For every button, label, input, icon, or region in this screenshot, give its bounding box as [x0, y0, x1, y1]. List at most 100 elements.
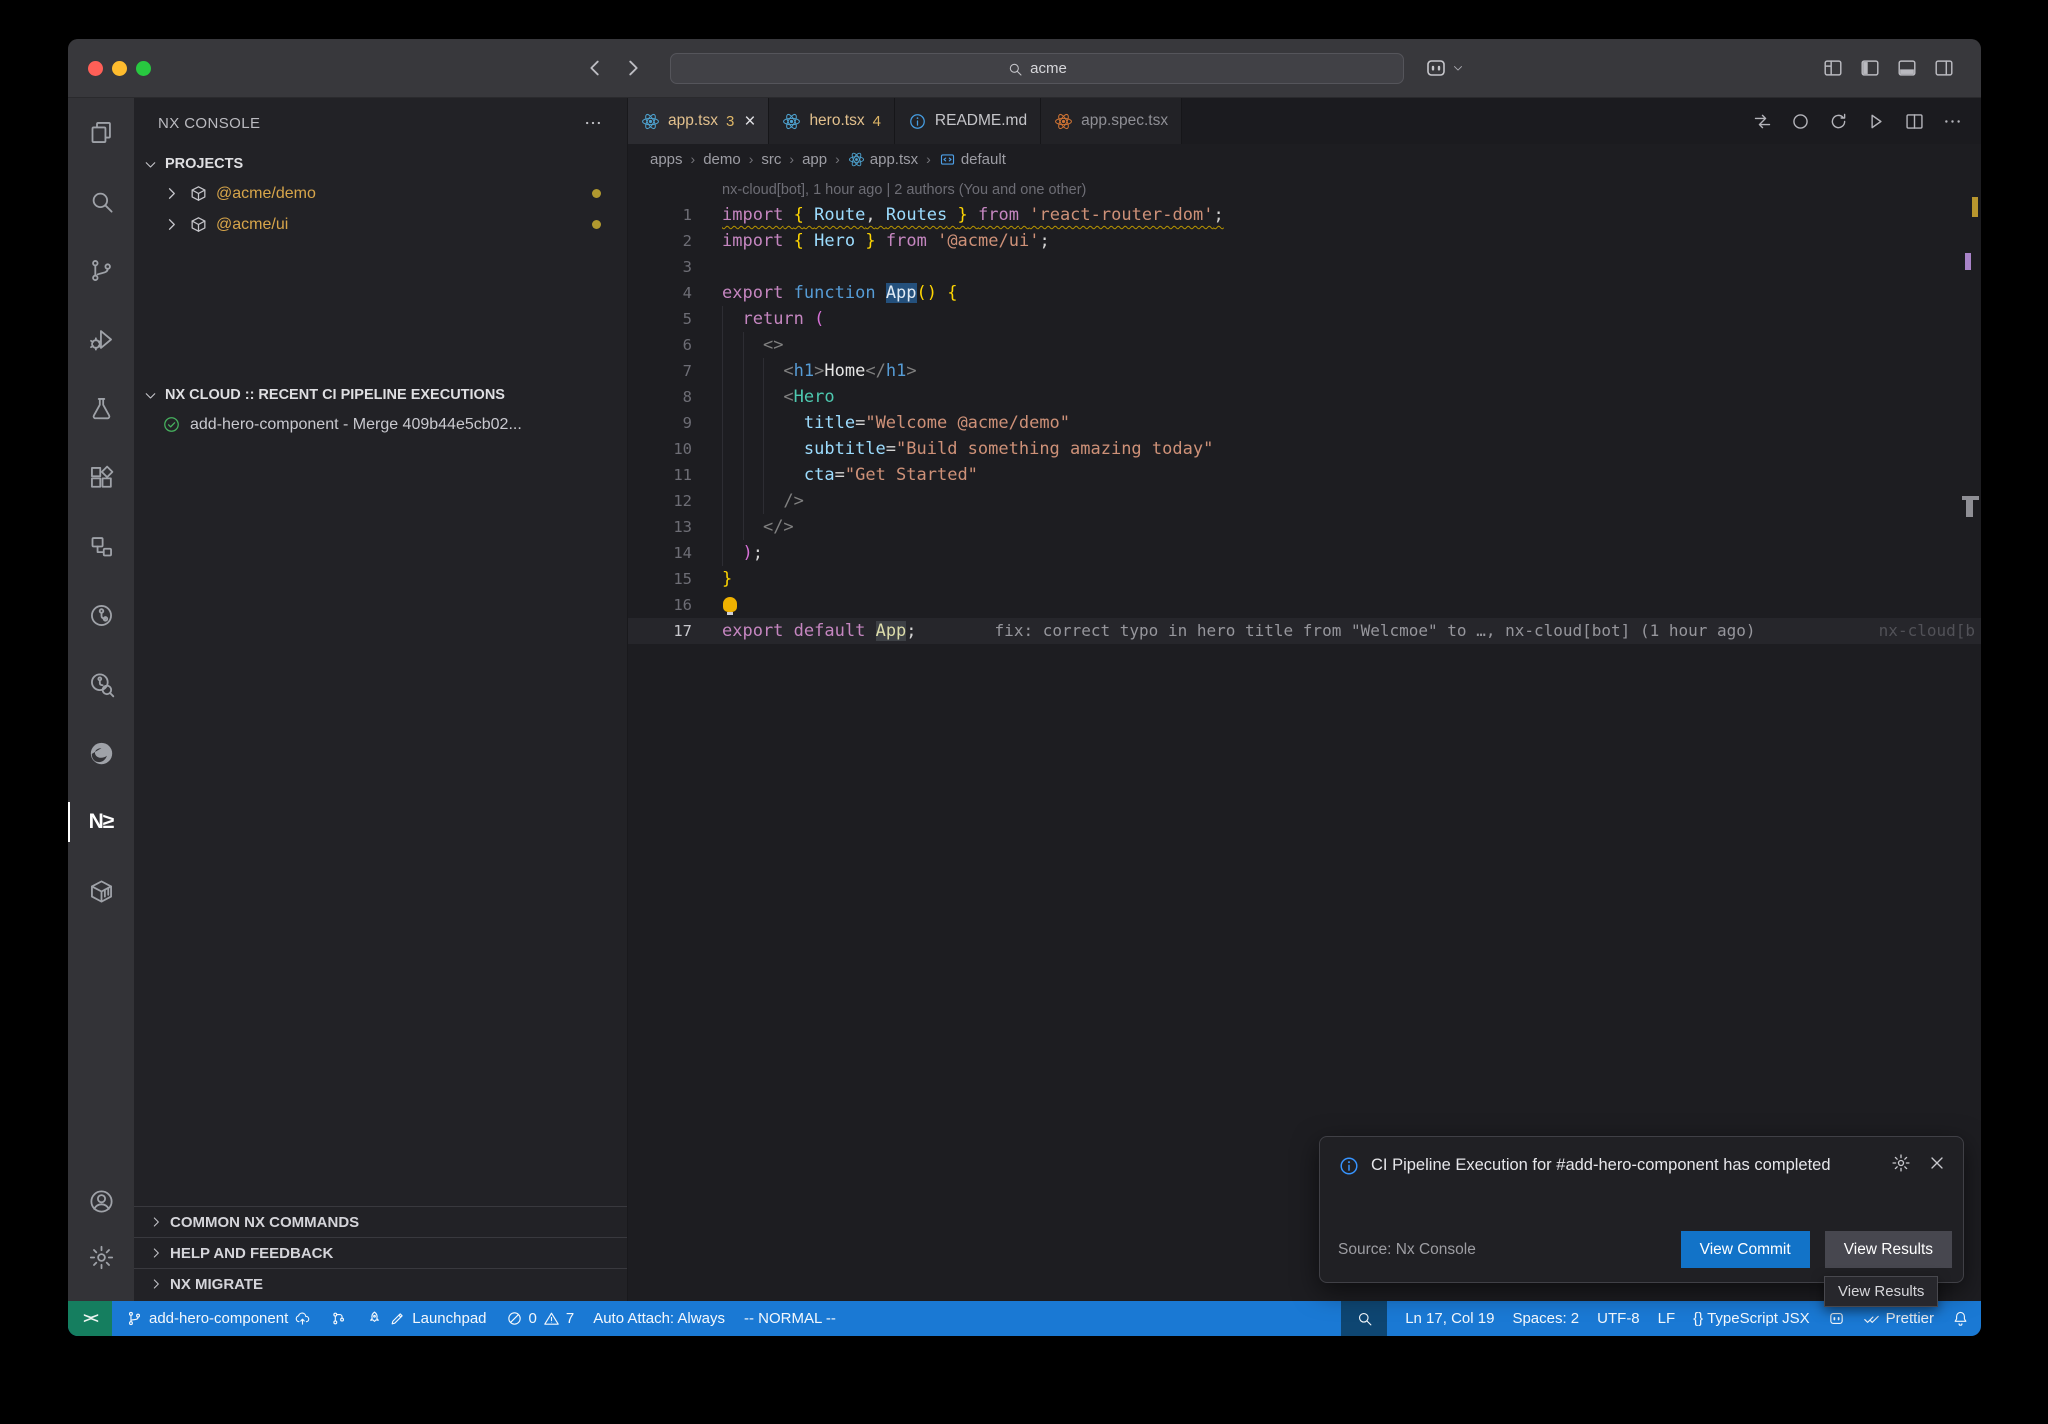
copilot-menu[interactable] [1424, 39, 1465, 97]
editor-actions [1752, 98, 1981, 144]
nx-cloud-section-header[interactable]: NX CLOUD :: RECENT CI PIPELINE EXECUTION… [134, 381, 627, 409]
breadcrumb-item-src[interactable]: src [761, 151, 781, 168]
statusbar-screencast-search[interactable] [1341, 1301, 1387, 1336]
code-line-3[interactable]: 3 [628, 254, 1981, 280]
activity-item-testing[interactable] [68, 384, 134, 432]
run-all-icon[interactable] [1866, 111, 1887, 132]
split-editor-icon[interactable] [1904, 111, 1925, 132]
code-line-17[interactable]: 17export default App;fix: correct typo i… [628, 618, 1981, 644]
minimize-window-button[interactable] [112, 61, 127, 76]
activity-item-settings[interactable] [68, 1233, 134, 1281]
breadcrumb-item-demo[interactable]: demo [703, 151, 741, 168]
project-item[interactable]: @acme/demo [134, 178, 627, 209]
tab-app.tsx[interactable]: app.tsx3× [628, 98, 769, 144]
activity-item-references[interactable] [68, 522, 134, 570]
circle-outline-icon[interactable] [1790, 111, 1811, 132]
sidebar-title: NX CONSOLE [158, 115, 260, 132]
activity-item-gitlens-inspect[interactable] [68, 660, 134, 708]
activity-item-containers[interactable] [68, 867, 134, 915]
section-help-and-feedback[interactable]: HELP AND FEEDBACK [134, 1237, 627, 1268]
code-token: { [794, 231, 804, 251]
toggle-panel-icon[interactable] [1896, 57, 1918, 79]
breadcrumb-item-apps[interactable]: apps [650, 151, 683, 168]
statusbar-commit-graph[interactable] [330, 1310, 347, 1327]
code-line-8[interactable]: 8 <Hero [628, 384, 1981, 410]
activity-item-run-debug[interactable] [68, 315, 134, 363]
statusbar-auto-attach[interactable]: Auto Attach: Always [593, 1310, 725, 1327]
statusbar-encoding[interactable]: UTF-8 [1597, 1310, 1640, 1327]
code-line-1[interactable]: 1import { Route, Routes } from 'react-ro… [628, 202, 1981, 228]
tab-hero.tsx[interactable]: hero.tsx4 [769, 98, 894, 144]
statusbar-launchpad[interactable]: Launchpad [366, 1310, 486, 1327]
code-line-9[interactable]: 9 title="Welcome @acme/demo" [628, 410, 1981, 436]
project-item[interactable]: @acme/ui [134, 209, 627, 240]
activity-item-source-control[interactable] [68, 246, 134, 294]
projects-section-header[interactable]: PROJECTS [134, 150, 627, 178]
statusbar-copilot[interactable] [1828, 1310, 1845, 1327]
breadcrumb-label: src [761, 151, 781, 168]
statusbar-cursor-position[interactable]: Ln 17, Col 19 [1405, 1310, 1494, 1327]
activity-item-gitlens[interactable] [68, 591, 134, 639]
breadcrumb-item-default[interactable]: default [939, 151, 1006, 168]
more-actions-icon[interactable] [583, 113, 603, 133]
section-nx-migrate[interactable]: NX MIGRATE [134, 1268, 627, 1299]
section-common-nx-commands[interactable]: COMMON NX COMMANDS [134, 1206, 627, 1237]
lightbulb-icon[interactable] [723, 597, 737, 612]
activity-item-nx-console[interactable]: N≥ [68, 798, 134, 846]
close-icon[interactable] [1927, 1153, 1947, 1173]
statusbar-indentation[interactable]: Spaces: 2 [1512, 1310, 1579, 1327]
overview-ruler-warning-mark [1972, 197, 1978, 217]
view-commit-button[interactable]: View Commit [1681, 1231, 1810, 1268]
code-line-15[interactable]: 15} [628, 566, 1981, 592]
package-icon [189, 184, 208, 203]
close-window-button[interactable] [88, 61, 103, 76]
code-line-11[interactable]: 11 cta="Get Started" [628, 462, 1981, 488]
code-line-13[interactable]: 13 </> [628, 514, 1981, 540]
close-tab-icon[interactable]: × [744, 112, 755, 131]
statusbar-notifications[interactable] [1952, 1310, 1969, 1327]
forward-icon[interactable] [622, 57, 644, 79]
tab-app.spec.tsx[interactable]: app.spec.tsx [1041, 98, 1182, 144]
sync-icon[interactable] [1828, 111, 1849, 132]
notification-settings-icon[interactable] [1891, 1153, 1911, 1173]
indent-guide [722, 410, 723, 436]
code-line-6[interactable]: 6 <> [628, 332, 1981, 358]
code-line-5[interactable]: 5 return ( [628, 306, 1981, 332]
maximize-window-button[interactable] [136, 61, 151, 76]
code-line-14[interactable]: 14 ); [628, 540, 1981, 566]
code-line-12[interactable]: 12 /> [628, 488, 1981, 514]
info-icon [908, 112, 927, 131]
statusbar-eol[interactable]: LF [1658, 1310, 1676, 1327]
statusbar-language[interactable]: {} TypeScript JSX [1693, 1310, 1809, 1327]
breadcrumb-item-app.tsx[interactable]: app.tsx [848, 151, 918, 168]
statusbar-formatter[interactable]: Prettier [1863, 1310, 1934, 1327]
code-editor[interactable]: nx-cloud[bot], 1 hour ago | 2 authors (Y… [628, 174, 1981, 1301]
code-line-16[interactable]: 16 [628, 592, 1981, 618]
activity-item-account[interactable] [68, 1177, 134, 1225]
pipeline-execution-item[interactable]: add-hero-component - Merge 409b44e5cb02.… [134, 409, 627, 440]
statusbar-branch[interactable]: add-hero-component [126, 1310, 311, 1327]
code-line-7[interactable]: 7 <h1>Home</h1> [628, 358, 1981, 384]
code-line-2[interactable]: 2import { Hero } from '@acme/ui'; [628, 228, 1981, 254]
activity-item-extensions[interactable] [68, 453, 134, 501]
back-icon[interactable] [584, 57, 606, 79]
activity-item-explorer[interactable] [68, 108, 134, 156]
code-line-4[interactable]: 4export function App() { [628, 280, 1981, 306]
breadcrumb-item-app[interactable]: app [802, 151, 827, 168]
code-token: /> [783, 491, 803, 511]
code-line-10[interactable]: 10 subtitle="Build something amazing tod… [628, 436, 1981, 462]
tab-README.md[interactable]: README.md [895, 98, 1041, 144]
open-changes-icon[interactable] [1752, 111, 1773, 132]
statusbar-problems[interactable]: 07 [506, 1310, 575, 1327]
toggle-sidebar-icon[interactable] [1859, 57, 1881, 79]
activity-item-search[interactable] [68, 177, 134, 225]
more-icon[interactable] [1942, 111, 1963, 132]
view-results-button[interactable]: View Results [1825, 1231, 1952, 1268]
toggle-secondary-sidebar-icon[interactable] [1933, 57, 1955, 79]
command-center-search[interactable]: acme [670, 53, 1404, 84]
code-token: } [958, 205, 968, 225]
customize-layout-icon[interactable] [1822, 57, 1844, 79]
statusbar-vim-mode[interactable]: -- NORMAL -- [744, 1310, 836, 1327]
remote-indicator[interactable]: >< [68, 1301, 112, 1336]
activity-item-edge-browser[interactable] [68, 729, 134, 777]
